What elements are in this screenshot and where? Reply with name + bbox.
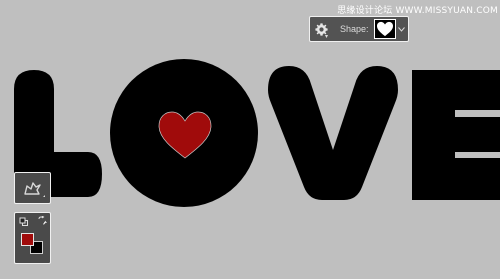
custom-shape-tool-button[interactable]: [14, 172, 51, 204]
heart-icon: [377, 21, 393, 37]
shape-picker[interactable]: [374, 19, 396, 39]
swap-colors-icon[interactable]: [37, 216, 47, 226]
chevron-down-icon[interactable]: [396, 19, 406, 39]
default-colors-icon[interactable]: [19, 217, 29, 227]
chevron-down-icon: ▾: [325, 34, 329, 40]
watermark-text: 思缘设计论坛 WWW.MISSYUAN.COM: [337, 6, 498, 16]
custom-shape-tool-icon: [24, 182, 45, 197]
color-swatches-panel: [14, 212, 51, 264]
shape-options-bar: ▾ Shape:: [309, 16, 409, 42]
foreground-color-swatch[interactable]: [21, 233, 34, 246]
artwork-canvas[interactable]: [0, 0, 500, 279]
gear-icon[interactable]: ▾: [310, 17, 332, 41]
shape-label: Shape:: [340, 24, 369, 34]
letter-e: [412, 70, 500, 200]
